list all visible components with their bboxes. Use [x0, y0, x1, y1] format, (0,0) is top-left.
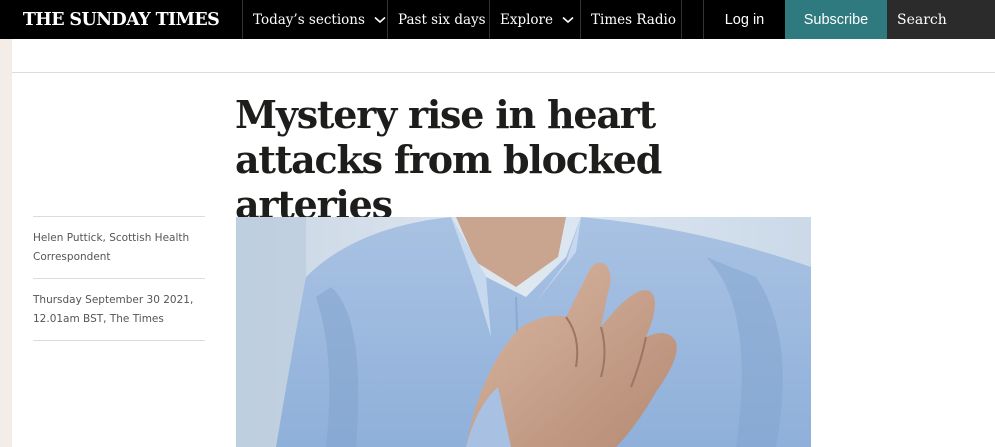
nav-explore-label: Explore [500, 11, 553, 28]
masthead-logo[interactable]: THE SUNDAY TIMES [0, 0, 243, 39]
subscribe-button[interactable]: Subscribe [785, 0, 887, 39]
nav-divider [682, 0, 704, 39]
divider [33, 340, 205, 341]
nav-todays-sections-label: Today’s sections [253, 11, 365, 28]
nav-times-radio-label: Times Radio [591, 11, 676, 28]
left-gutter [0, 39, 12, 447]
nav-explore[interactable]: Explore [490, 0, 581, 39]
top-nav: THE SUNDAY TIMES Today’s sections Past s… [0, 0, 995, 39]
divider [12, 72, 995, 73]
chevron-down-icon [562, 14, 574, 26]
search-input[interactable]: Search [887, 0, 995, 39]
subscribe-label: Subscribe [803, 11, 869, 28]
article-byline: Helen Puttick, Scottish Health Correspon… [33, 216, 205, 341]
person-clutching-chest-photo [236, 217, 811, 447]
chevron-down-icon [374, 14, 386, 26]
hero-image [236, 217, 811, 447]
nav-past-six-days-label: Past six days [398, 11, 486, 28]
nav-times-radio[interactable]: Times Radio [581, 0, 682, 39]
nav-todays-sections[interactable]: Today’s sections [243, 0, 388, 39]
article-headline: Mystery rise in heart attacks from block… [235, 92, 662, 227]
article-dateline: Thursday September 30 2021, 12.01am BST,… [33, 294, 194, 325]
masthead-text: THE SUNDAY TIMES [22, 9, 220, 30]
author-name[interactable]: Helen Puttick, Scottish Health Correspon… [33, 217, 205, 278]
search-placeholder: Search [897, 11, 947, 28]
nav-past-six-days[interactable]: Past six days [388, 0, 490, 39]
login-label: Log in [724, 11, 765, 28]
login-button[interactable]: Log in [704, 0, 785, 39]
